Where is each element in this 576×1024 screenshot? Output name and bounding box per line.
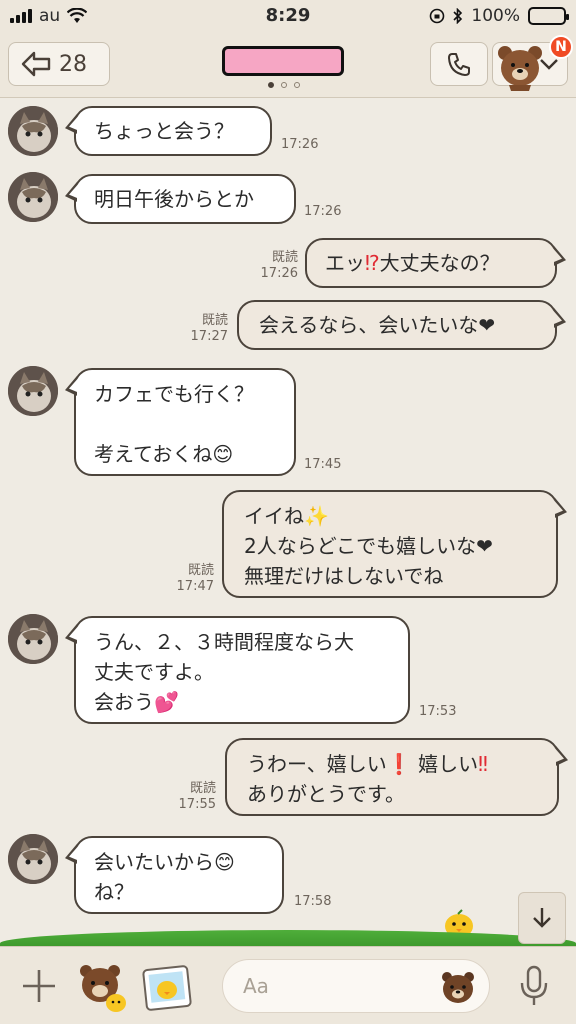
menu-button[interactable]: N xyxy=(492,35,573,91)
scroll-to-bottom-button[interactable] xyxy=(518,892,566,944)
cat-avatar-icon xyxy=(8,366,58,416)
input-placeholder: Aa xyxy=(243,974,269,998)
emoji-bear-icon[interactable] xyxy=(439,968,477,1006)
call-button[interactable] xyxy=(430,42,488,86)
message-bubble-outgoing[interactable]: うわー、嬉しい❗ 嬉しい‼ ありがとうです。 xyxy=(225,738,559,816)
message-bubble-incoming[interactable]: 会いたいから😊 ね？ xyxy=(74,836,284,914)
contact-name-censored[interactable] xyxy=(222,46,344,76)
back-button[interactable]: 28 xyxy=(8,42,110,86)
message-bubble-incoming[interactable]: ちょっと会う？ xyxy=(74,106,272,156)
page-indicator xyxy=(268,82,300,88)
notification-badge: N xyxy=(549,35,573,59)
exclamation-question-icon: ⁉ xyxy=(365,251,380,275)
message-read-receipt: 既読 17:27 xyxy=(190,313,228,344)
battery-percent: 100% xyxy=(471,6,520,26)
status-bar: au 8:29 100% xyxy=(0,0,576,32)
battery-icon xyxy=(528,7,569,25)
message-bubble-incoming[interactable]: カフェでも行く？ 考えておくね😊 xyxy=(74,368,296,476)
grass-decoration xyxy=(0,930,576,946)
message-read-receipt: 既読 17:55 xyxy=(178,781,216,812)
bluetooth-icon xyxy=(453,8,463,24)
message-time: 17:26 xyxy=(304,204,342,219)
cat-avatar-icon xyxy=(8,834,58,884)
exclamation-icon: ❗ xyxy=(386,752,412,776)
input-bar: Aa xyxy=(0,946,576,1024)
avatar[interactable] xyxy=(8,106,58,156)
unread-count: 28 xyxy=(59,51,87,77)
microphone-icon[interactable] xyxy=(518,965,550,1007)
message-bubble-outgoing[interactable]: イイね✨ 2人ならどこでも嬉しいな❤ 無理だけはしないでね xyxy=(222,490,558,598)
phone-icon xyxy=(448,53,470,76)
double-exclamation-icon: ‼ xyxy=(478,752,488,776)
photo-icon[interactable] xyxy=(142,965,192,1011)
message-bubble-incoming[interactable]: うん、２、３時間程度なら大 丈夫ですよ。 会おう💕 xyxy=(74,616,410,724)
avatar[interactable] xyxy=(8,366,58,416)
message-bubble-outgoing[interactable]: 会えるなら、会いたいな❤ xyxy=(237,300,557,350)
message-time: 17:53 xyxy=(419,704,457,719)
cat-avatar-icon xyxy=(8,614,58,664)
back-arrow-icon xyxy=(21,51,51,77)
plus-icon[interactable] xyxy=(20,967,58,1005)
message-read-receipt: 既読 17:26 xyxy=(260,250,298,281)
orientation-lock-icon xyxy=(430,8,445,24)
message-time: 17:26 xyxy=(281,137,319,152)
message-time: 17:45 xyxy=(304,457,342,472)
message-time: 17:58 xyxy=(294,894,332,909)
avatar[interactable] xyxy=(8,614,58,664)
message-bubble-outgoing[interactable]: エッ⁉大丈夫なの？ xyxy=(305,238,557,288)
message-bubble-incoming[interactable]: 明日午後からとか xyxy=(74,174,296,224)
message-input[interactable]: Aa xyxy=(222,959,490,1013)
avatar[interactable] xyxy=(8,834,58,884)
brown-bear-icon xyxy=(498,46,542,91)
sticker-button[interactable] xyxy=(76,961,130,1013)
message-read-receipt: 既読 17:47 xyxy=(176,563,214,594)
chat-header: 28 N xyxy=(0,32,576,98)
avatar[interactable] xyxy=(8,172,58,222)
cat-avatar-icon xyxy=(8,172,58,222)
cat-avatar-icon xyxy=(8,106,58,156)
chevron-down-icon xyxy=(540,59,558,70)
arrow-down-icon xyxy=(533,908,551,928)
